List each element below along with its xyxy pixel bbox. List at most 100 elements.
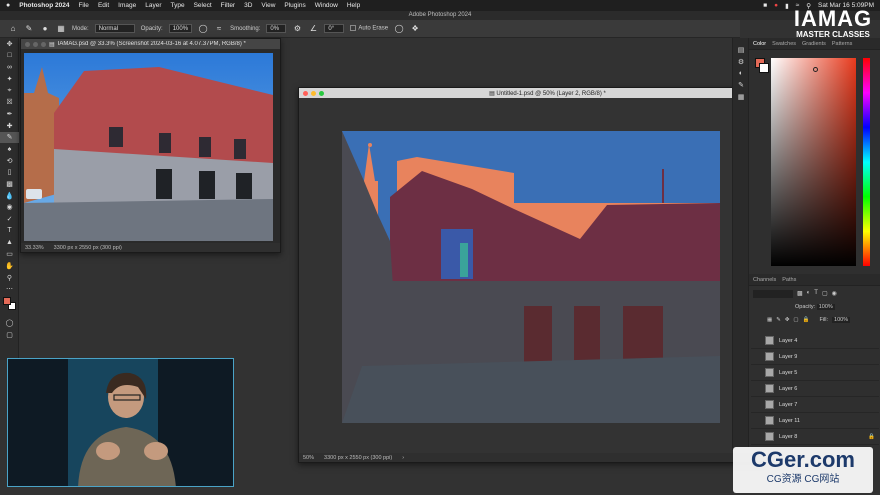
lock-transparent-icon[interactable]: ▦: [767, 317, 772, 323]
eyedropper-tool-icon[interactable]: ✒: [0, 108, 19, 120]
tab-paths[interactable]: Paths: [782, 277, 796, 283]
move-tool-icon[interactable]: ✥: [0, 38, 19, 50]
smoothing-field[interactable]: 0%: [266, 24, 287, 33]
brush-tool-icon[interactable]: ✎: [24, 24, 34, 34]
angle-field[interactable]: 0°: [324, 24, 345, 33]
layer-row[interactable]: Layer 6: [751, 381, 879, 397]
color-panel-background-swatch[interactable]: [759, 63, 769, 73]
foreground-color-swatch[interactable]: [3, 297, 11, 306]
layer-row[interactable]: Layer 4: [751, 333, 879, 349]
zoom-tool-icon[interactable]: ⚲: [0, 272, 19, 284]
pressure-opacity-icon[interactable]: ◯: [198, 24, 208, 34]
painting-canvas[interactable]: [342, 131, 720, 423]
marquee-tool-icon[interactable]: □: [0, 50, 19, 62]
apple-icon[interactable]: ●: [6, 2, 10, 9]
maximize-icon[interactable]: [319, 90, 324, 96]
doc1-zoom[interactable]: 33.33%: [25, 245, 44, 251]
pen-tool-icon[interactable]: ✓: [0, 213, 19, 225]
menu-file[interactable]: File: [78, 2, 88, 9]
layer-row[interactable]: Layer 8 🔒: [751, 429, 879, 445]
menu-type[interactable]: Type: [170, 2, 184, 9]
tab-channels[interactable]: Channels: [753, 277, 776, 283]
blur-tool-icon[interactable]: 💧: [0, 190, 19, 202]
lasso-tool-icon[interactable]: ∞: [0, 61, 19, 73]
brush-preset-icon[interactable]: ●: [40, 24, 50, 34]
tab-color[interactable]: Color: [753, 41, 766, 47]
tab-gradients[interactable]: Gradients: [802, 41, 826, 47]
painting-document-window[interactable]: ▤ Untitled-1.psd @ 50% (Layer 2, RGB/8) …: [298, 87, 769, 463]
filter-kind-select[interactable]: [753, 290, 793, 298]
minimize-icon[interactable]: [311, 90, 316, 96]
tab-swatches[interactable]: Swatches: [772, 41, 796, 47]
brush-settings-icon[interactable]: ▦: [56, 24, 66, 34]
filter-pixel-icon[interactable]: ▩: [797, 290, 803, 298]
frame-tool-icon[interactable]: ☒: [0, 96, 19, 108]
battery-icon[interactable]: ▮: [785, 2, 789, 10]
lock-all-icon[interactable]: 🔒: [803, 317, 810, 323]
crop-tool-icon[interactable]: ⌖: [0, 85, 19, 97]
eraser-tool-icon[interactable]: ▯: [0, 167, 19, 179]
menu-plugins[interactable]: Plugins: [284, 2, 305, 9]
lock-artboard-icon[interactable]: ▢: [793, 317, 798, 323]
close-icon[interactable]: [25, 41, 30, 47]
hue-slider[interactable]: [863, 58, 870, 266]
menu-view[interactable]: View: [261, 2, 275, 9]
close-icon[interactable]: [303, 90, 308, 96]
menu-image[interactable]: Image: [118, 2, 136, 9]
filter-adjust-icon[interactable]: ◐: [807, 290, 811, 298]
menu-edit[interactable]: Edit: [98, 2, 109, 9]
minimize-icon[interactable]: [33, 41, 38, 47]
mode-select[interactable]: Normal: [94, 24, 135, 33]
color-field[interactable]: [771, 58, 856, 266]
gradient-tool-icon[interactable]: ▩: [0, 178, 19, 190]
layer-opacity-field[interactable]: 100%: [816, 304, 835, 310]
tab-patterns[interactable]: Patterns: [832, 41, 852, 47]
stamp-tool-icon[interactable]: ♠: [0, 143, 19, 155]
history-panel-icon[interactable]: ▤: [733, 44, 749, 56]
layer-row[interactable]: Layer 9: [751, 349, 879, 365]
more-tools-icon[interactable]: ⋯: [0, 283, 19, 295]
rectangle-tool-icon[interactable]: ▭: [0, 248, 19, 260]
menu-filter[interactable]: Filter: [221, 2, 235, 9]
layer-row[interactable]: Layer 7: [751, 397, 879, 413]
status-icon[interactable]: ■: [763, 2, 767, 9]
record-icon[interactable]: ●: [774, 2, 778, 9]
pressure-size-icon[interactable]: ◯: [394, 24, 404, 34]
layer-row[interactable]: Layer 11: [751, 413, 879, 429]
app-name[interactable]: Photoshop 2024: [19, 2, 69, 9]
healing-brush-tool-icon[interactable]: ✚: [0, 120, 19, 132]
reference-document-window[interactable]: ▤ IAMAG.psd @ 33.3% (Screenshot 2024-03-…: [20, 38, 281, 253]
layer-fill-field[interactable]: 100%: [832, 317, 851, 323]
smoothing-settings-icon[interactable]: ⚙: [292, 24, 302, 34]
brush-tool-icon[interactable]: ✎: [0, 131, 19, 144]
history-brush-tool-icon[interactable]: ⟲: [0, 155, 19, 167]
layer-row[interactable]: Layer 5: [751, 365, 879, 381]
menu-layer[interactable]: Layer: [145, 2, 161, 9]
brushes-panel-icon[interactable]: ✎: [733, 79, 749, 91]
filter-shape-icon[interactable]: ▢: [822, 290, 828, 298]
libraries-panel-icon[interactable]: ▦: [733, 91, 749, 103]
maximize-icon[interactable]: [41, 41, 46, 47]
dodge-tool-icon[interactable]: ◉: [0, 202, 19, 214]
doc1-title-bar[interactable]: ▤ IAMAG.psd @ 33.3% (Screenshot 2024-03-…: [21, 39, 280, 49]
menu-window[interactable]: Window: [315, 2, 338, 9]
menu-help[interactable]: Help: [347, 2, 360, 9]
path-selection-tool-icon[interactable]: ▲: [0, 237, 19, 249]
home-icon[interactable]: ⌂: [8, 24, 18, 34]
symmetry-icon[interactable]: ❖: [410, 24, 420, 34]
filter-type-icon[interactable]: T: [814, 290, 818, 298]
lock-pixels-icon[interactable]: ✎: [776, 317, 781, 323]
lock-position-icon[interactable]: ✥: [785, 317, 790, 323]
menu-select[interactable]: Select: [194, 2, 212, 9]
adjustments-panel-icon[interactable]: ◐: [733, 67, 749, 79]
doc2-title-bar[interactable]: ▤ Untitled-1.psd @ 50% (Layer 2, RGB/8) …: [299, 88, 768, 98]
magic-wand-tool-icon[interactable]: ✦: [0, 73, 19, 85]
type-tool-icon[interactable]: T: [0, 225, 19, 237]
status-expand-icon[interactable]: ›: [402, 455, 404, 461]
doc2-zoom[interactable]: 50%: [303, 455, 314, 461]
quick-mask-icon[interactable]: ◯: [0, 317, 19, 329]
filter-smart-icon[interactable]: ◉: [832, 290, 837, 298]
hand-tool-icon[interactable]: ✋: [0, 260, 19, 272]
opacity-field[interactable]: 100%: [168, 24, 193, 33]
airbrush-icon[interactable]: ≈: [214, 24, 224, 34]
